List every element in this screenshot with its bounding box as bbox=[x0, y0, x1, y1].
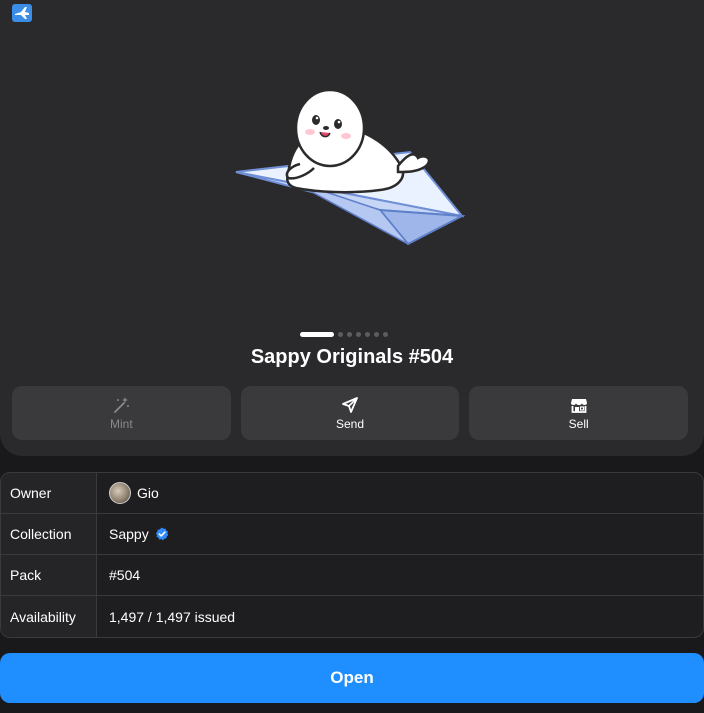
item-card: Sappy Originals #504 Mint Send Sell bbox=[0, 0, 704, 456]
table-row-collection: Collection Sappy bbox=[1, 514, 703, 555]
pack-label: Pack bbox=[1, 555, 97, 595]
collection-value[interactable]: Sappy bbox=[97, 514, 703, 554]
mint-button[interactable]: Mint bbox=[12, 386, 231, 440]
availability-value: 1,497 / 1,497 issued bbox=[109, 608, 236, 625]
collection-label: Collection bbox=[1, 514, 97, 554]
store-icon bbox=[570, 398, 587, 413]
table-row-availability: Availability 1,497 / 1,497 issued bbox=[1, 596, 703, 637]
page: Sappy Originals #504 Mint Send Sell Owne… bbox=[0, 0, 704, 713]
item-details-table: Owner Gio Collection Sappy Pack #504 Ava… bbox=[0, 472, 704, 638]
send-button-label: Send bbox=[335, 416, 365, 431]
carousel-dot[interactable] bbox=[365, 331, 370, 337]
seal-on-paper-plane-image bbox=[235, 88, 466, 246]
carousel-dot[interactable] bbox=[300, 331, 334, 337]
table-row-pack: Pack #504 bbox=[1, 555, 703, 596]
availability-label: Availability bbox=[1, 596, 97, 637]
carousel-dot[interactable] bbox=[374, 331, 379, 337]
verified-badge-icon bbox=[155, 527, 169, 541]
carousel-indicator[interactable] bbox=[300, 330, 388, 338]
magic-wand-icon bbox=[114, 396, 130, 413]
carousel-dot[interactable] bbox=[383, 331, 388, 337]
carousel-dot[interactable] bbox=[338, 331, 343, 337]
sell-button[interactable]: Sell bbox=[469, 386, 689, 440]
table-row-owner: Owner Gio bbox=[1, 473, 703, 514]
action-bar: Mint Send Sell bbox=[12, 386, 689, 440]
mint-button-label: Mint bbox=[110, 416, 133, 431]
carousel-dot[interactable] bbox=[356, 331, 361, 337]
owner-avatar bbox=[109, 482, 131, 504]
owner-name: Gio bbox=[137, 485, 159, 501]
owner-value[interactable]: Gio bbox=[97, 473, 703, 513]
send-button[interactable]: Send bbox=[240, 386, 460, 440]
open-button[interactable]: Open bbox=[0, 653, 704, 703]
airplane-icon bbox=[12, 4, 32, 22]
collection-name: Sappy bbox=[109, 526, 149, 542]
owner-label: Owner bbox=[1, 473, 97, 513]
send-icon bbox=[342, 396, 358, 413]
item-title: Sappy Originals #504 bbox=[250, 346, 454, 368]
sell-button-label: Sell bbox=[568, 416, 589, 431]
pack-value: #504 bbox=[109, 567, 141, 583]
carousel-dot[interactable] bbox=[347, 331, 352, 337]
